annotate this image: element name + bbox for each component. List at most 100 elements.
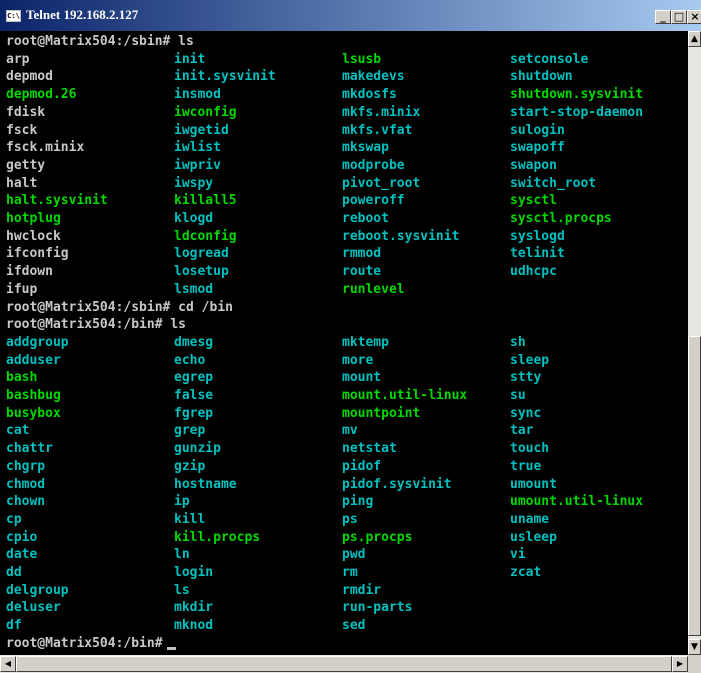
file-entry: makedevs — [342, 69, 405, 85]
file-entry: route — [342, 264, 382, 280]
file-entry: init.sysvinit — [174, 69, 276, 85]
file-entry: insmod — [174, 87, 221, 103]
prompt-line: root@Matrix504:/bin# — [6, 635, 176, 653]
file-entry: depmod — [6, 69, 53, 85]
title-bar[interactable]: C:\ Telnet 192.168.2.127 _ □ × — [0, 0, 701, 31]
file-entry: pwd — [342, 547, 366, 563]
file-entry: iwspy — [174, 175, 214, 191]
file-entry: switch_root — [510, 175, 597, 191]
file-entry: arp — [6, 51, 30, 67]
file-entry: shutdown — [510, 69, 573, 85]
prompt-line: root@Matrix504:/sbin# cd /bin — [6, 299, 233, 317]
file-entry: telinit — [510, 246, 565, 262]
file-entry: uname — [510, 511, 550, 527]
file-entry: sed — [342, 618, 366, 634]
horizontal-scroll-thumb[interactable] — [16, 656, 672, 672]
text-cursor — [166, 646, 176, 650]
file-entry: swapon — [510, 157, 557, 173]
console-icon: C:\ — [6, 10, 21, 22]
file-entry: umount.util-linux — [510, 494, 644, 510]
file-entry: hotplug — [6, 211, 61, 226]
file-entry: egrep — [174, 370, 214, 386]
file-entry: init — [174, 51, 206, 67]
file-entry: echo — [174, 352, 206, 368]
file-entry: dd — [6, 565, 22, 580]
file-entry: halt — [6, 175, 38, 191]
file-entry: iwconfig — [174, 104, 237, 120]
file-entry: ifdown — [6, 264, 53, 280]
file-entry: vi — [510, 547, 526, 563]
scroll-right-arrow-icon[interactable]: ▶ — [672, 656, 688, 672]
file-entry: rmmod — [342, 246, 382, 262]
vertical-scroll-thumb[interactable] — [688, 336, 701, 636]
file-entry: ps.procps — [342, 529, 413, 545]
file-entry: touch — [510, 441, 550, 457]
file-entry: pivot_root — [342, 175, 421, 191]
file-entry: getty — [6, 157, 46, 173]
file-entry: usleep — [510, 529, 557, 545]
file-entry: adduser — [6, 352, 61, 368]
file-entry: kill — [174, 511, 206, 527]
file-entry: login — [174, 565, 214, 580]
file-entry: sleep — [510, 352, 550, 368]
file-entry: pidof.sysvinit — [342, 476, 452, 492]
file-entry: fdisk — [6, 104, 46, 120]
horizontal-scrollbar[interactable]: ◀ ▶ — [0, 655, 688, 673]
file-entry: lsusb — [342, 51, 382, 67]
file-entry: logread — [174, 246, 229, 262]
file-entry: mount.util-linux — [342, 388, 468, 403]
maximize-button[interactable]: □ — [671, 10, 687, 24]
file-entry: bashbug — [6, 388, 61, 403]
file-entry: delgroup — [6, 582, 69, 598]
prompt-text: root@Matrix504:/sbin# ls — [6, 34, 194, 49]
file-entry: iwlist — [174, 140, 221, 156]
file-entry: fsck — [6, 122, 38, 138]
file-entry: ps — [342, 511, 358, 527]
file-entry: ping — [342, 494, 374, 510]
file-entry: more — [342, 352, 374, 368]
file-entry: fsck.minix — [6, 140, 85, 156]
file-entry: lsmod — [174, 281, 214, 297]
file-entry: syslogd — [510, 228, 565, 244]
scroll-up-arrow-icon[interactable]: ▲ — [688, 31, 701, 47]
prompt-text: root@Matrix504:/bin# — [6, 635, 163, 651]
file-entry: addgroup — [6, 334, 69, 350]
scroll-down-arrow-icon[interactable]: ▼ — [688, 639, 701, 655]
vertical-scrollbar[interactable]: ▲ ▼ — [688, 31, 701, 655]
file-entry: bash — [6, 370, 38, 386]
file-entry: mkdir — [174, 600, 214, 616]
terminal-output[interactable]: root@Matrix504:/sbin# ls arp init lsusb setc… — [0, 31, 688, 655]
file-entry: iwgetid — [174, 122, 229, 138]
file-entry: ifup — [6, 281, 38, 297]
file-entry: mkdosfs — [342, 87, 397, 103]
file-entry: halt.sysvinit — [6, 193, 108, 209]
file-entry: start-stop-daemon — [510, 104, 644, 120]
file-entry: modprobe — [342, 157, 405, 173]
close-button[interactable]: × — [687, 10, 701, 24]
file-entry: hwclock — [6, 228, 61, 244]
file-entry: date — [6, 547, 38, 563]
file-entry: swapoff — [510, 140, 565, 156]
file-entry: chgrp — [6, 458, 46, 474]
file-entry: mkfs.vfat — [342, 122, 413, 138]
file-entry: umount — [510, 476, 557, 492]
file-entry: poweroff — [342, 193, 405, 209]
file-entry: fgrep — [174, 405, 214, 421]
file-entry: hostname — [174, 476, 237, 492]
file-entry: iwpriv — [174, 157, 221, 173]
file-entry: df — [6, 618, 22, 634]
prompt-line: root@Matrix504:/bin# ls — [6, 316, 186, 334]
file-entry: rm — [342, 565, 358, 580]
file-entry: gzip — [174, 458, 206, 474]
file-entry: netstat — [342, 441, 397, 457]
file-entry: klogd — [174, 211, 214, 226]
file-entry: rmdir — [342, 582, 382, 598]
file-entry: cpio — [6, 529, 38, 545]
scroll-left-arrow-icon[interactable]: ◀ — [0, 656, 16, 672]
file-entry: depmod.26 — [6, 87, 77, 103]
file-entry: su — [510, 388, 526, 403]
prompt-text: root@Matrix504:/bin# ls — [6, 317, 187, 333]
file-entry: zcat — [510, 565, 542, 580]
file-entry: sh — [510, 334, 526, 350]
minimize-button[interactable]: _ — [655, 10, 671, 24]
